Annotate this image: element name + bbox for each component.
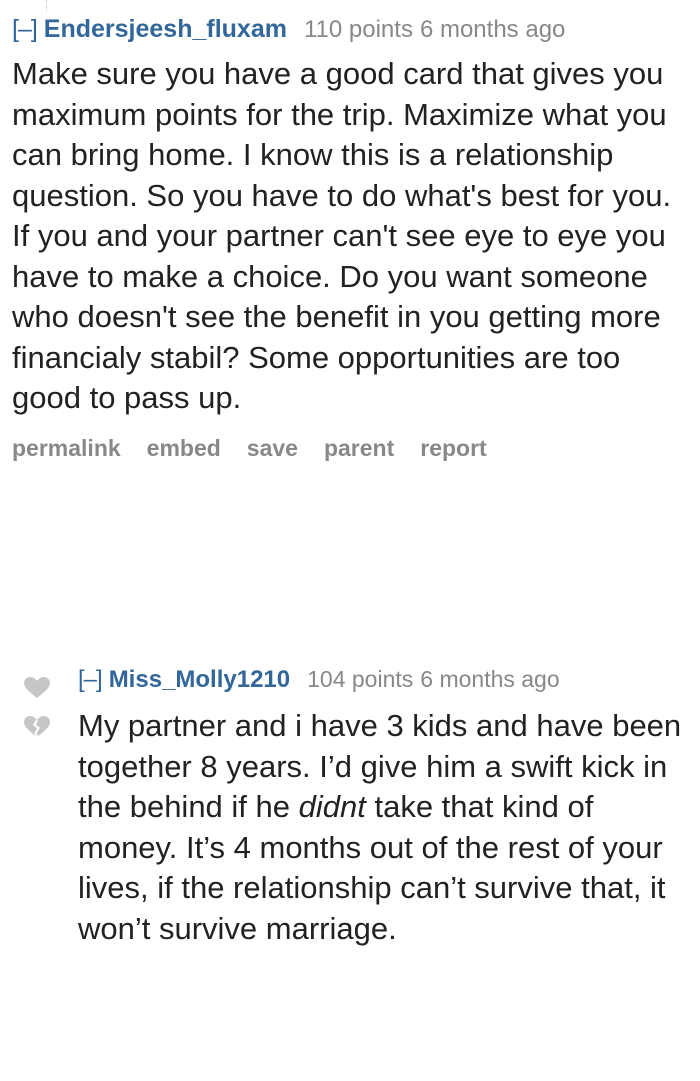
comment-timestamp[interactable]: 6 months ago	[420, 13, 565, 47]
comment-endersjeesh: [–] Endersjeesh_fluxam 110 points 6 mont…	[12, 12, 692, 462]
downvote-broken-heart-icon[interactable]	[24, 716, 50, 738]
author-link[interactable]: Endersjeesh_fluxam	[44, 12, 287, 46]
embed-button[interactable]: embed	[147, 435, 221, 462]
permalink-button[interactable]: permalink	[12, 435, 121, 462]
comment-body: My partner and i have 3 kids and have be…	[78, 706, 693, 949]
comment-score: 104 points	[307, 666, 414, 692]
report-button[interactable]: report	[420, 435, 486, 462]
upvote-heart-icon[interactable]	[24, 677, 50, 699]
comment-body-emphasis: didnt	[298, 789, 366, 824]
comment-timestamp[interactable]: 6 months ago	[420, 662, 559, 696]
comment-miss-molly: [–] Miss_Molly1210 104 points 6 months a…	[78, 662, 693, 949]
comment-score: 110 points	[303, 16, 413, 43]
save-button[interactable]: save	[247, 435, 298, 462]
collapse-toggle[interactable]: [–]	[78, 663, 103, 697]
comment-tagline: [–] Endersjeesh_fluxam 110 points 6 mont…	[12, 12, 692, 46]
author-link[interactable]: Miss_Molly1210	[109, 663, 290, 697]
parent-button[interactable]: parent	[324, 435, 394, 462]
comment-body: Make sure you have a good card that give…	[12, 56, 672, 415]
collapse-toggle[interactable]: [–]	[12, 12, 38, 46]
comment-tagline: [–] Miss_Molly1210 104 points 6 months a…	[78, 662, 693, 696]
thread-guide-line	[46, 0, 48, 12]
comment-action-bar: permalink embed save parent report	[12, 435, 692, 462]
